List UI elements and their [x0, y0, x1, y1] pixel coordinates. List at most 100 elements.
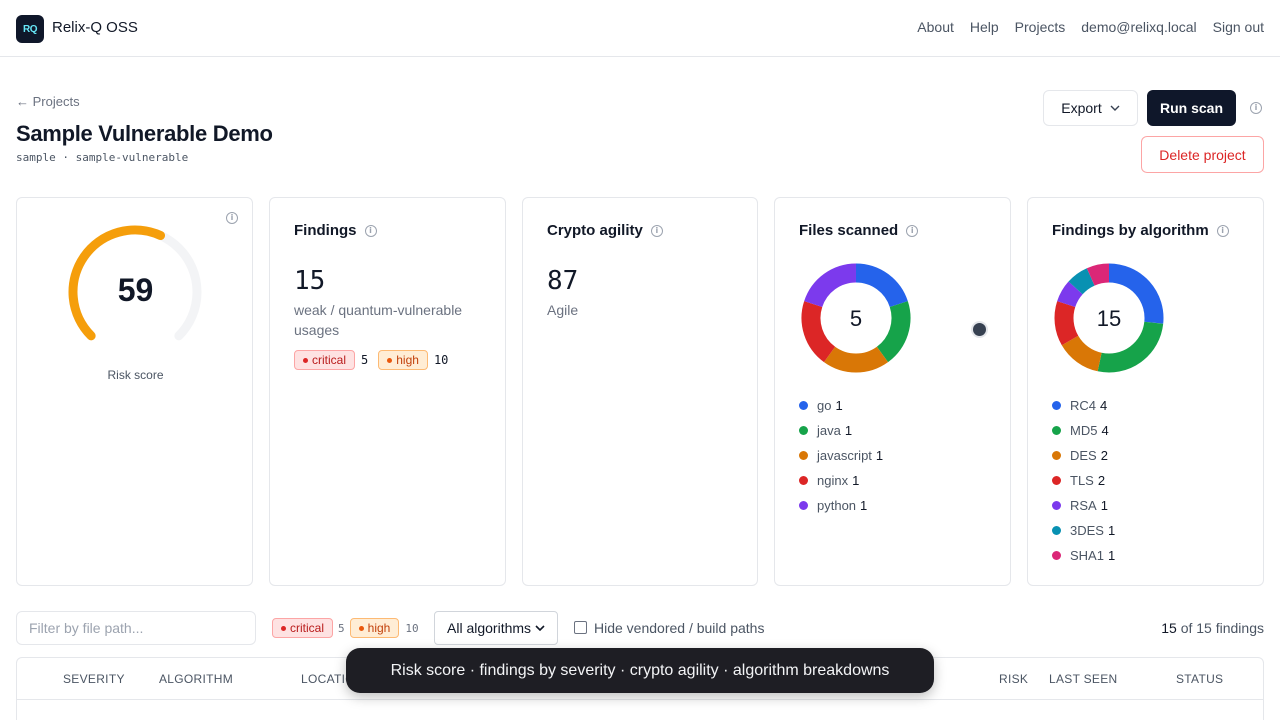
legend-item: nginx 1	[799, 468, 883, 493]
critical-label: critical	[312, 353, 347, 367]
legend-item: TLS 2	[1052, 468, 1115, 493]
critical-filter-chip[interactable]: critical	[272, 618, 334, 638]
high-dot-icon	[358, 625, 364, 631]
high-badge: high	[378, 350, 428, 370]
nav-about-link[interactable]: About	[917, 19, 954, 35]
top-navbar: RQ Relix-Q OSS About Help Projects demo@…	[0, 0, 1280, 57]
info-icon[interactable]: i	[650, 224, 663, 237]
legend-label: go	[817, 398, 832, 413]
donut-slice-des	[1061, 335, 1103, 372]
legend-count: 4	[1100, 398, 1108, 413]
header-divider	[17, 699, 1263, 700]
risk-score-card: i 59 Risk score	[16, 197, 253, 586]
nav-projects-link[interactable]: Projects	[1015, 19, 1066, 35]
legend-label: SHA1	[1070, 548, 1104, 563]
legend-label: nginx	[817, 473, 849, 488]
legend-label: RSA	[1070, 498, 1097, 513]
findings-card-title: Findings	[294, 222, 357, 239]
info-icon[interactable]: i	[364, 224, 377, 237]
legend-count: 1	[1107, 548, 1116, 563]
cursor-indicator	[971, 321, 988, 338]
back-to-projects-link[interactable]: ← Projects	[16, 94, 80, 109]
findings-subtitle: weak / quantum-vulnerable usages	[294, 302, 463, 338]
export-button[interactable]: Export	[1043, 90, 1138, 126]
files-scanned-card: Files scanned i 5 go 1 java 1 javascript 1 ngi…	[774, 197, 1011, 586]
algorithm-card: Findings by algorithm i 15 RC4 4 MD5 4 DES 2 T…	[1027, 197, 1264, 586]
donut-slice-go	[855, 263, 908, 308]
info-icon[interactable]: i	[1250, 102, 1262, 114]
critical-badge: critical	[294, 350, 356, 370]
crypto-agility-card: Crypto agility i 87 Agile	[522, 197, 758, 586]
findings-card: Findings i 15 weak / quantum-vulnerable …	[269, 197, 506, 586]
severity-filters: critical 5 high 10	[272, 618, 419, 638]
legend-label: 3DES	[1070, 523, 1104, 538]
page-title: Sample Vulnerable Demo	[16, 121, 273, 146]
chevron-down-icon	[535, 625, 545, 631]
legend-item: go 1	[799, 393, 883, 418]
export-label: Export	[1061, 100, 1102, 116]
agility-score: 87	[547, 266, 579, 296]
files-total: 5	[849, 306, 863, 331]
high-filter-count: 10	[405, 621, 419, 635]
hide-vendored-label[interactable]: Hide vendored / build paths	[594, 620, 764, 636]
column-header-severity[interactable]: SEVERITY	[63, 672, 125, 686]
nav-help-link[interactable]: Help	[970, 19, 999, 35]
column-header-status[interactable]: STATUS	[1176, 672, 1223, 686]
legend-item: DES 2	[1052, 443, 1115, 468]
donut-slice-sha1	[1086, 263, 1110, 286]
legend-label: java	[817, 423, 841, 438]
critical-dot-icon	[281, 625, 286, 631]
high-filter-chip[interactable]: high	[349, 618, 400, 638]
column-header-last-seen[interactable]: LAST SEEN	[1049, 672, 1118, 686]
legend-count: 1	[835, 398, 843, 413]
nav-sign-out-link[interactable]: Sign out	[1213, 19, 1264, 35]
files-donut-chart	[801, 263, 911, 373]
legend-count: 1	[860, 498, 868, 513]
critical-filter-count: 5	[338, 621, 345, 635]
delete-project-button[interactable]: Delete project	[1141, 136, 1264, 173]
high-label: high	[396, 353, 419, 367]
agility-label: Agile	[547, 302, 579, 318]
high-dot-icon	[387, 357, 393, 363]
nav-user-email[interactable]: demo@relixq.local	[1081, 19, 1196, 35]
high-count: 10	[433, 353, 449, 367]
algorithm-select-value: All algorithms	[447, 620, 532, 636]
algorithm-select[interactable]: All algorithms	[434, 611, 558, 645]
findings-shown-count: 15 of 15 findings	[1161, 620, 1264, 636]
donut-slice-tls	[1054, 301, 1079, 346]
legend-label: javascript	[817, 448, 872, 463]
algorithm-donut-chart	[1054, 263, 1164, 373]
legend-item: 3DES 1	[1052, 518, 1115, 543]
top-nav: About Help Projects demo@relixq.local Si…	[917, 19, 1264, 35]
legend-dot-icon	[799, 401, 808, 410]
legend-dot-icon	[1052, 451, 1061, 460]
risk-score-label: Risk score	[107, 368, 164, 382]
legend-dot-icon	[1052, 526, 1061, 535]
donut-slice-python	[804, 263, 857, 308]
legend-count: 1	[852, 473, 860, 488]
agility-card-title: Crypto agility	[547, 222, 643, 239]
legend-count: 2	[1097, 473, 1106, 488]
critical-filter-label: critical	[290, 621, 325, 635]
legend-item: MD5 4	[1052, 418, 1115, 443]
legend-count: 1	[875, 448, 884, 463]
findings-total-text: of 15 findings	[1180, 620, 1264, 636]
legend-count: 2	[1100, 448, 1108, 463]
hide-vendored-checkbox[interactable]	[574, 621, 587, 634]
app-title[interactable]: Relix-Q OSS	[52, 19, 138, 36]
legend-item: SHA1 1	[1052, 543, 1115, 568]
column-header-algorithm[interactable]: ALGORITHM	[159, 672, 233, 686]
run-scan-button[interactable]: Run scan	[1147, 90, 1236, 126]
risk-score-value: 59	[117, 272, 154, 308]
high-filter-label: high	[367, 621, 391, 635]
legend-count: 4	[1101, 423, 1109, 438]
donut-slice-rsa	[1057, 281, 1083, 308]
file-path-filter-input[interactable]	[16, 611, 256, 645]
legend-label: DES	[1070, 448, 1097, 463]
column-header-risk[interactable]: RISK	[999, 672, 1028, 686]
legend-count: 1	[844, 423, 853, 438]
legend-label: MD5	[1070, 423, 1098, 438]
legend-label: RC4	[1070, 398, 1097, 413]
findings-card-header: Findings i	[294, 222, 377, 239]
app-logo[interactable]: RQ	[16, 15, 44, 43]
